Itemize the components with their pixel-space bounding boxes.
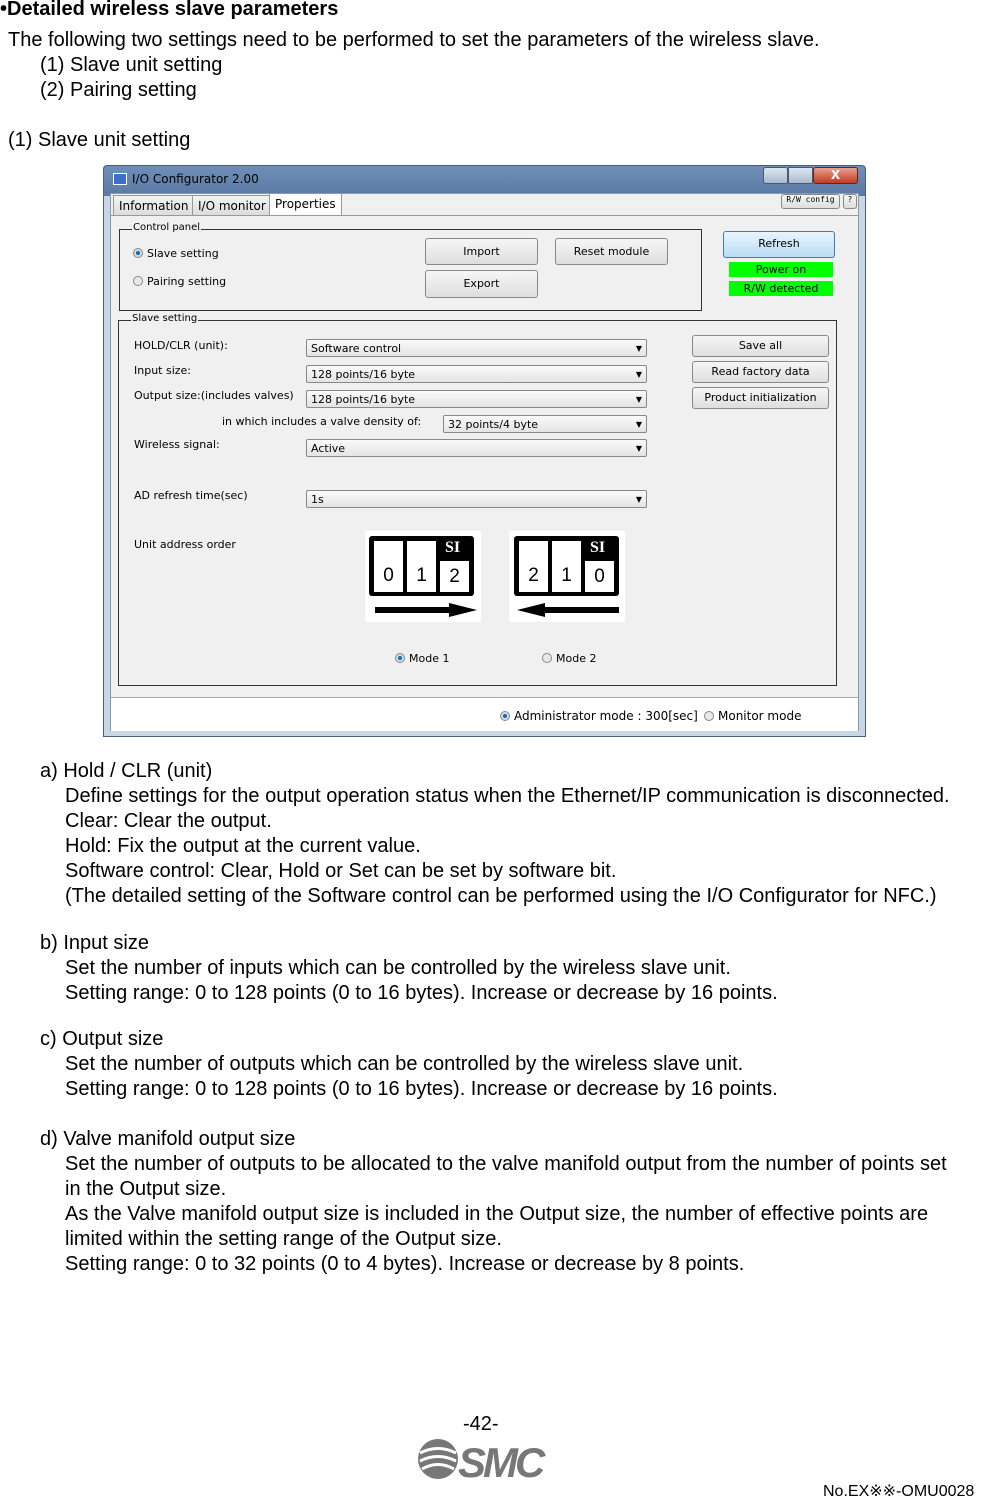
wireless-signal-select[interactable]: Active ▼ xyxy=(306,439,647,457)
input-size-select[interactable]: 128 points/16 byte ▼ xyxy=(306,365,647,383)
power-on-indicator: Power on xyxy=(729,262,833,277)
output-size-label: Output size:(includes valves) xyxy=(134,389,294,402)
section-text: Set the number of outputs to be allocate… xyxy=(65,1153,947,1175)
chevron-down-icon: ▼ xyxy=(635,495,642,504)
section-text: Software control: Clear, Hold or Set can… xyxy=(65,860,617,882)
minimize-icon[interactable] xyxy=(763,167,788,184)
client-area: Information I/O monitor Properties R/W c… xyxy=(110,193,859,731)
hold-clr-label: HOLD/CLR (unit): xyxy=(134,339,228,352)
close-icon[interactable]: X xyxy=(813,167,858,184)
page-heading: •Detailed wireless slave parameters xyxy=(0,0,339,20)
page-number: -42- xyxy=(463,1413,499,1435)
valve-density-select[interactable]: 32 points/4 byte ▼ xyxy=(443,415,647,433)
section-heading: a) Hold / CLR (unit) xyxy=(40,760,213,782)
tab-information[interactable]: Information xyxy=(113,195,195,216)
rw-config-button[interactable]: R/W config xyxy=(781,194,840,209)
mode-2-diagram: 2 1 0 SI xyxy=(509,531,625,622)
slave-setting-group: Slave setting HOLD/CLR (unit): Software … xyxy=(118,313,837,686)
reset-module-button[interactable]: Reset module xyxy=(555,238,668,265)
mode-1-diagram: 0 1 2 SI xyxy=(365,531,481,622)
section-text: Set the number of inputs which can be co… xyxy=(65,957,731,979)
control-panel-label: Control panel xyxy=(132,222,202,233)
read-factory-data-button[interactable]: Read factory data xyxy=(692,361,829,383)
section-text: in the Output size. xyxy=(65,1178,227,1200)
chevron-down-icon: ▼ xyxy=(635,444,642,453)
wireless-signal-label: Wireless signal: xyxy=(134,438,220,451)
section-title: (1) Slave unit setting xyxy=(8,129,191,151)
section-heading: d) Valve manifold output size xyxy=(40,1128,296,1150)
radio-monitor-mode[interactable]: Monitor mode xyxy=(704,709,801,723)
app-icon xyxy=(113,173,127,185)
section-text: limited within the setting range of the … xyxy=(65,1228,502,1250)
document-number: No.EX※※-OMU0028 xyxy=(823,1483,975,1500)
intro-text: The following two settings need to be pe… xyxy=(8,29,820,51)
import-button[interactable]: Import xyxy=(425,238,538,265)
slave-setting-label: Slave setting xyxy=(131,313,199,324)
ad-refresh-label: AD refresh time(sec) xyxy=(134,489,248,502)
footer-bar: Administrator mode : 300[sec] Monitor mo… xyxy=(111,697,858,731)
radio-administrator-mode[interactable]: Administrator mode : 300[sec] xyxy=(500,709,698,723)
io-configurator-window: I/O Configurator 2.00 X Information I/O … xyxy=(103,165,866,737)
chevron-down-icon: ▼ xyxy=(635,420,642,429)
tab-io-monitor[interactable]: I/O monitor xyxy=(192,195,272,216)
radio-pairing-setting[interactable]: Pairing setting xyxy=(133,275,226,288)
section-text: Define settings for the output operation… xyxy=(65,785,950,807)
section-heading: c) Output size xyxy=(40,1028,164,1050)
save-all-button[interactable]: Save all xyxy=(692,335,829,357)
section-text: Set the number of outputs which can be c… xyxy=(65,1053,744,1075)
section-heading: b) Input size xyxy=(40,932,149,954)
control-panel-group: Control panel Slave setting Pairing sett… xyxy=(119,222,702,311)
arrow-right-icon xyxy=(449,603,477,617)
step-2: (2) Pairing setting xyxy=(40,79,197,101)
step-1: (1) Slave unit setting xyxy=(40,54,223,76)
chevron-down-icon: ▼ xyxy=(635,370,642,379)
ad-refresh-select[interactable]: 1s ▼ xyxy=(306,490,647,508)
unit-address-order-label: Unit address order xyxy=(134,538,236,551)
section-text: (The detailed setting of the Software co… xyxy=(65,885,937,907)
svg-text:SMC: SMC xyxy=(458,1439,546,1482)
help-button[interactable]: ? xyxy=(843,194,857,209)
radio-mode-2[interactable]: Mode 2 xyxy=(542,652,596,665)
refresh-button[interactable]: Refresh xyxy=(723,231,835,258)
input-size-label: Input size: xyxy=(134,364,192,377)
smc-logo: SMC xyxy=(418,1436,553,1486)
section-text: Hold: Fix the output at the current valu… xyxy=(65,835,421,857)
tab-properties[interactable]: Properties xyxy=(269,193,342,216)
section-text: Setting range: 0 to 128 points (0 to 16 … xyxy=(65,982,778,1004)
radio-mode-1[interactable]: Mode 1 xyxy=(395,652,449,665)
section-text: Setting range: 0 to 32 points (0 to 4 by… xyxy=(65,1253,745,1275)
output-size-select[interactable]: 128 points/16 byte ▼ xyxy=(306,390,647,408)
valve-density-label: in which includes a valve density of: xyxy=(222,415,422,428)
arrow-left-icon xyxy=(517,603,545,617)
section-text: Setting range: 0 to 128 points (0 to 16 … xyxy=(65,1078,778,1100)
window-title: I/O Configurator 2.00 xyxy=(132,172,259,186)
radio-slave-setting[interactable]: Slave setting xyxy=(133,247,219,260)
section-text: Clear: Clear the output. xyxy=(65,810,272,832)
chevron-down-icon: ▼ xyxy=(635,395,642,404)
title-bar: I/O Configurator 2.00 X xyxy=(104,166,865,193)
hold-clr-select[interactable]: Software control ▼ xyxy=(306,339,647,357)
export-button[interactable]: Export xyxy=(425,270,538,298)
rw-detected-indicator: R/W detected xyxy=(729,281,833,296)
section-text: As the Valve manifold output size is inc… xyxy=(65,1203,929,1225)
product-initialization-button[interactable]: Product initialization xyxy=(692,387,829,409)
maximize-icon[interactable] xyxy=(788,167,813,184)
chevron-down-icon: ▼ xyxy=(635,344,642,353)
